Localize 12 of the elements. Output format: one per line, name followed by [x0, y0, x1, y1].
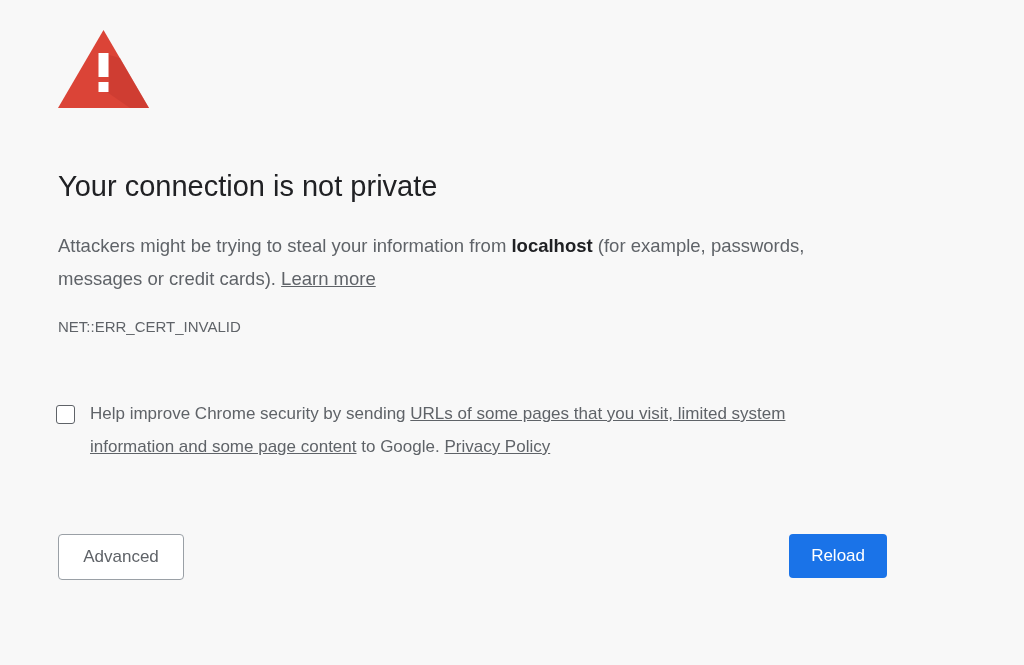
- data-sharing-link[interactable]: information and some page content: [90, 437, 357, 456]
- privacy-policy-link[interactable]: Privacy Policy: [444, 437, 551, 456]
- reload-button[interactable]: Reload: [789, 534, 887, 578]
- data-sharing-link[interactable]: URLs of some pages that you visit, limited system: [410, 404, 786, 423]
- warning-message: Attackers might be trying to steal your information from localhost (for example, passwords, messages or credit cards). Learn more: [58, 234, 806, 291]
- checkbox[interactable]: [56, 405, 75, 424]
- warning-triangle-icon: [58, 30, 149, 108]
- page-heading: Your connection is not private: [58, 169, 438, 204]
- error-code: NET::ERR_CERT_INVALID: [58, 317, 241, 337]
- consent-text: Help improve Chrome security by sending URLs of some pages that you visit, limited system information and some page content to Google. Privacy Policy: [90, 403, 786, 458]
- learn-more-link[interactable]: Learn more: [281, 268, 376, 289]
- advanced-button[interactable]: Advanced: [58, 534, 184, 580]
